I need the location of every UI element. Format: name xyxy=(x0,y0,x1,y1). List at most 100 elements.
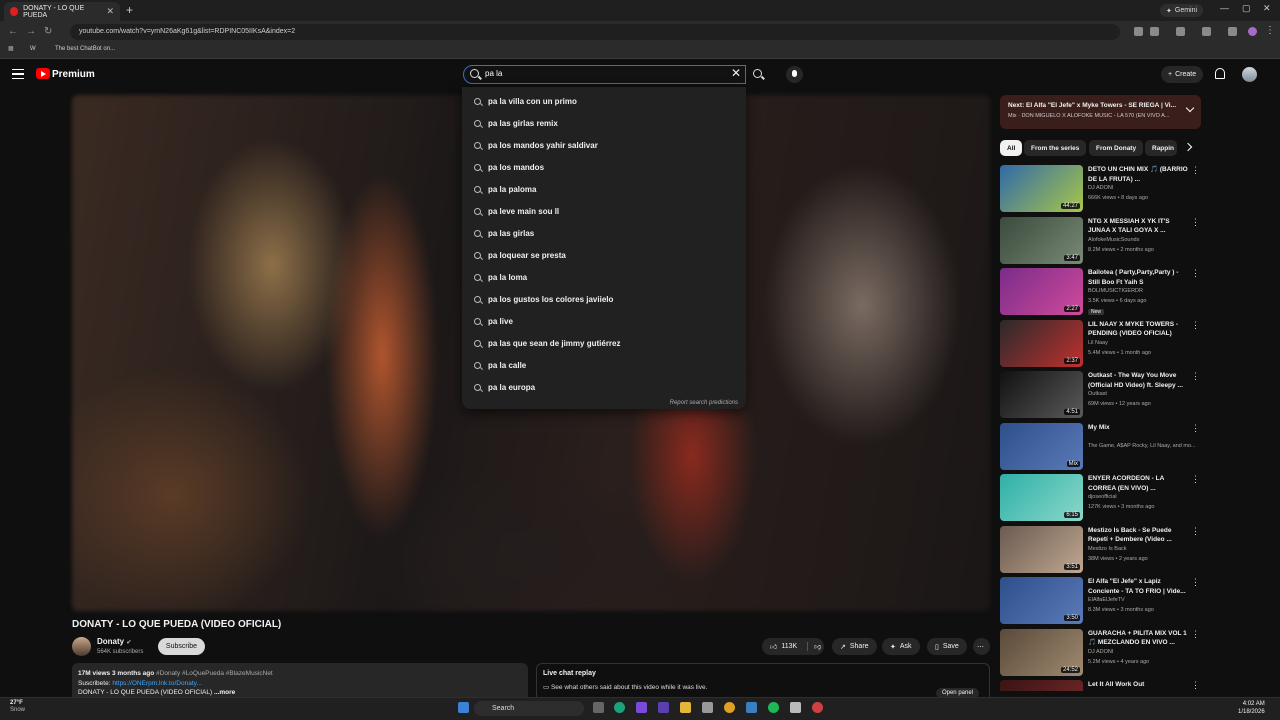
next-up-panel[interactable]: Next: El Alfa "El Jefe" x Myke Towers - … xyxy=(1000,95,1201,129)
thumbs-up-icon[interactable]: 👍︎ xyxy=(770,642,777,651)
gemini-button[interactable]: ✦ Gemini xyxy=(1160,4,1204,17)
suggestion-item[interactable]: pa loquear se presta xyxy=(462,244,746,266)
chip-rappin[interactable]: Rappin xyxy=(1145,140,1177,156)
minimize-icon[interactable]: — xyxy=(1220,3,1229,13)
video-thumbnail[interactable]: 44:27 xyxy=(1000,165,1083,212)
suggestion-item[interactable]: pa la europa xyxy=(462,376,746,398)
video-thumbnail[interactable]: 2:27 xyxy=(1000,268,1083,315)
report-predictions-link[interactable]: Report search predictions xyxy=(670,400,738,406)
notifications-bell-icon[interactable] xyxy=(1215,68,1225,79)
back-icon[interactable]: ← xyxy=(8,26,18,37)
suggestion-item[interactable]: pa los gustos los colores javiielo xyxy=(462,288,746,310)
cast-icon[interactable] xyxy=(1134,27,1143,36)
window-close-icon[interactable]: ✕ xyxy=(1263,3,1271,14)
suggestion-item[interactable]: pa los mandos yahir saldivar xyxy=(462,134,746,156)
subscribe-button[interactable]: Subscribe xyxy=(158,638,205,655)
store-icon[interactable] xyxy=(702,702,713,713)
more-link[interactable]: ...more xyxy=(214,689,235,696)
recommendation-item[interactable]: 2:27 Bailotea ( Party,Party,Party ) - Sti… xyxy=(1000,268,1202,316)
more-options-icon[interactable]: ⋮ xyxy=(1191,578,1200,587)
suggestion-item[interactable]: pa la paloma xyxy=(462,178,746,200)
recommendation-item[interactable]: Mix My Mix The Game, A$AP Rocky, Lil Naay,… xyxy=(1000,422,1202,471)
translate-icon[interactable] xyxy=(1228,27,1237,36)
suggestion-item[interactable]: pa los mandos xyxy=(462,156,746,178)
save-button[interactable]: ▯ Save xyxy=(927,638,967,655)
search-button[interactable] xyxy=(753,69,762,78)
extension-icon[interactable] xyxy=(1176,27,1185,36)
description-link[interactable]: https://ONErpm.lnk.to/Donaty... xyxy=(112,680,201,687)
channel-name[interactable]: Donaty ✔ xyxy=(97,637,131,646)
more-options-icon[interactable]: ⋮ xyxy=(1191,320,1200,329)
recommendation-item[interactable]: 3:50 El Alfa "El Jefe" x Lapiz Conciente … xyxy=(1000,577,1202,625)
suggestion-item[interactable]: pa las girlas xyxy=(462,222,746,244)
forward-icon[interactable]: → xyxy=(26,26,36,37)
video-thumbnail[interactable]: 3:51 xyxy=(1000,525,1083,573)
app-icon[interactable] xyxy=(746,702,757,713)
more-options-icon[interactable]: ⋮ xyxy=(1191,475,1200,484)
avatar[interactable] xyxy=(1242,67,1257,82)
hashtags[interactable]: #Donaty #LoQuePueda #BlazeMusicNet xyxy=(156,670,273,677)
chip-from-series[interactable]: From the series xyxy=(1024,140,1087,156)
maximize-icon[interactable]: ▢ xyxy=(1242,3,1251,14)
menu-icon[interactable]: ⋮ xyxy=(1265,25,1275,36)
edge-icon[interactable] xyxy=(614,702,625,713)
video-thumbnail[interactable]: 24:52 xyxy=(1000,628,1083,676)
more-options-icon[interactable]: ⋮ xyxy=(1191,372,1200,381)
video-thumbnail[interactable]: 2:37 xyxy=(1000,319,1083,367)
video-thumbnail[interactable]: 3:50 xyxy=(1000,577,1083,624)
more-options-icon[interactable]: ⋮ xyxy=(1191,269,1200,278)
app-icon[interactable] xyxy=(658,702,669,713)
recommendation-item[interactable]: 44:27 DETO UN CHIN MIX 🎵 (BARRIO DE LA FR… xyxy=(1000,165,1202,213)
suggestion-item[interactable]: pa las que sean de jimmy gutiérrez xyxy=(462,332,746,354)
hamburger-menu-icon[interactable] xyxy=(12,69,24,79)
suggestion-item[interactable]: pa leve main sou ll xyxy=(462,200,746,222)
thumbs-down-icon[interactable]: 👎︎ xyxy=(807,642,821,651)
apps-icon[interactable]: ▦ xyxy=(8,45,14,52)
spotify-icon[interactable] xyxy=(768,702,779,713)
more-options-icon[interactable]: ⋮ xyxy=(1191,217,1200,226)
new-tab-icon[interactable]: + xyxy=(126,3,133,17)
app-icon[interactable] xyxy=(812,702,823,713)
tab-close-icon[interactable]: ✕ xyxy=(106,6,114,17)
microphone-icon[interactable] xyxy=(786,66,803,83)
video-thumbnail[interactable] xyxy=(1000,680,1083,691)
recommendation-item[interactable]: 6:15 ENYER ACORDEON - LA CORREA (EN VIVO)… xyxy=(1000,474,1202,522)
search-input[interactable] xyxy=(485,69,715,78)
more-actions-icon[interactable]: ⋯ xyxy=(973,638,990,655)
create-button[interactable]: + Create xyxy=(1161,66,1204,83)
clear-search-icon[interactable]: ✕ xyxy=(731,66,741,80)
start-icon[interactable] xyxy=(458,702,469,713)
recommendation-item[interactable]: 4:51 Outkast - The Way You Move (Official… xyxy=(1000,371,1202,419)
system-clock[interactable]: 4:02 AM 1/18/2026 xyxy=(1238,700,1265,716)
youtube-premium-label[interactable]: Premium xyxy=(52,69,95,80)
share-button[interactable]: ↗ Share xyxy=(832,638,877,655)
browser-tab[interactable]: DONATY - LO QUE PUEDA ✕ xyxy=(4,2,120,21)
file-explorer-icon[interactable] xyxy=(680,702,691,713)
profile-icon[interactable] xyxy=(1248,27,1257,36)
video-thumbnail[interactable]: 3:47 xyxy=(1000,216,1083,264)
youtube-logo-icon[interactable] xyxy=(36,68,50,79)
bookmark-chatbot[interactable]: The best ChatBot on... xyxy=(55,46,115,52)
chrome-icon[interactable] xyxy=(724,702,735,713)
recommendation-item[interactable]: 3:47 NTG X MESSIAH X YK IT'S JUNAA X TALI… xyxy=(1000,216,1202,265)
bookmark-w[interactable]: W xyxy=(30,46,36,52)
video-thumbnail[interactable]: 6:15 xyxy=(1000,474,1083,521)
chevron-right-icon[interactable] xyxy=(1183,142,1193,152)
reload-icon[interactable]: ↻ xyxy=(44,26,52,37)
channel-avatar[interactable] xyxy=(72,637,91,656)
more-options-icon[interactable]: ⋮ xyxy=(1191,526,1200,535)
recommendation-item[interactable]: 2:37 LIL NAAY X MYKE TOWERS - PENDING (VI… xyxy=(1000,319,1202,368)
more-options-icon[interactable]: ⋮ xyxy=(1191,629,1200,638)
more-options-icon[interactable]: ⋮ xyxy=(1191,423,1200,432)
recommendation-item[interactable]: 3:51 Mestizo Is Back - Se Puede Repetí + … xyxy=(1000,525,1202,574)
ask-button[interactable]: ✦ Ask xyxy=(882,638,920,655)
suggestion-item[interactable]: pa la calle xyxy=(462,354,746,376)
suggestion-item[interactable]: pa live xyxy=(462,310,746,332)
suggestion-item[interactable]: pa la villa con un primo xyxy=(462,90,746,112)
task-view-icon[interactable] xyxy=(593,702,604,713)
more-options-icon[interactable]: ⋮ xyxy=(1191,681,1200,690)
chip-all[interactable]: All xyxy=(1000,140,1023,156)
app-icon[interactable] xyxy=(790,702,801,713)
video-thumbnail[interactable]: Mix xyxy=(1000,422,1083,470)
suggestion-item[interactable]: pa la loma xyxy=(462,266,746,288)
